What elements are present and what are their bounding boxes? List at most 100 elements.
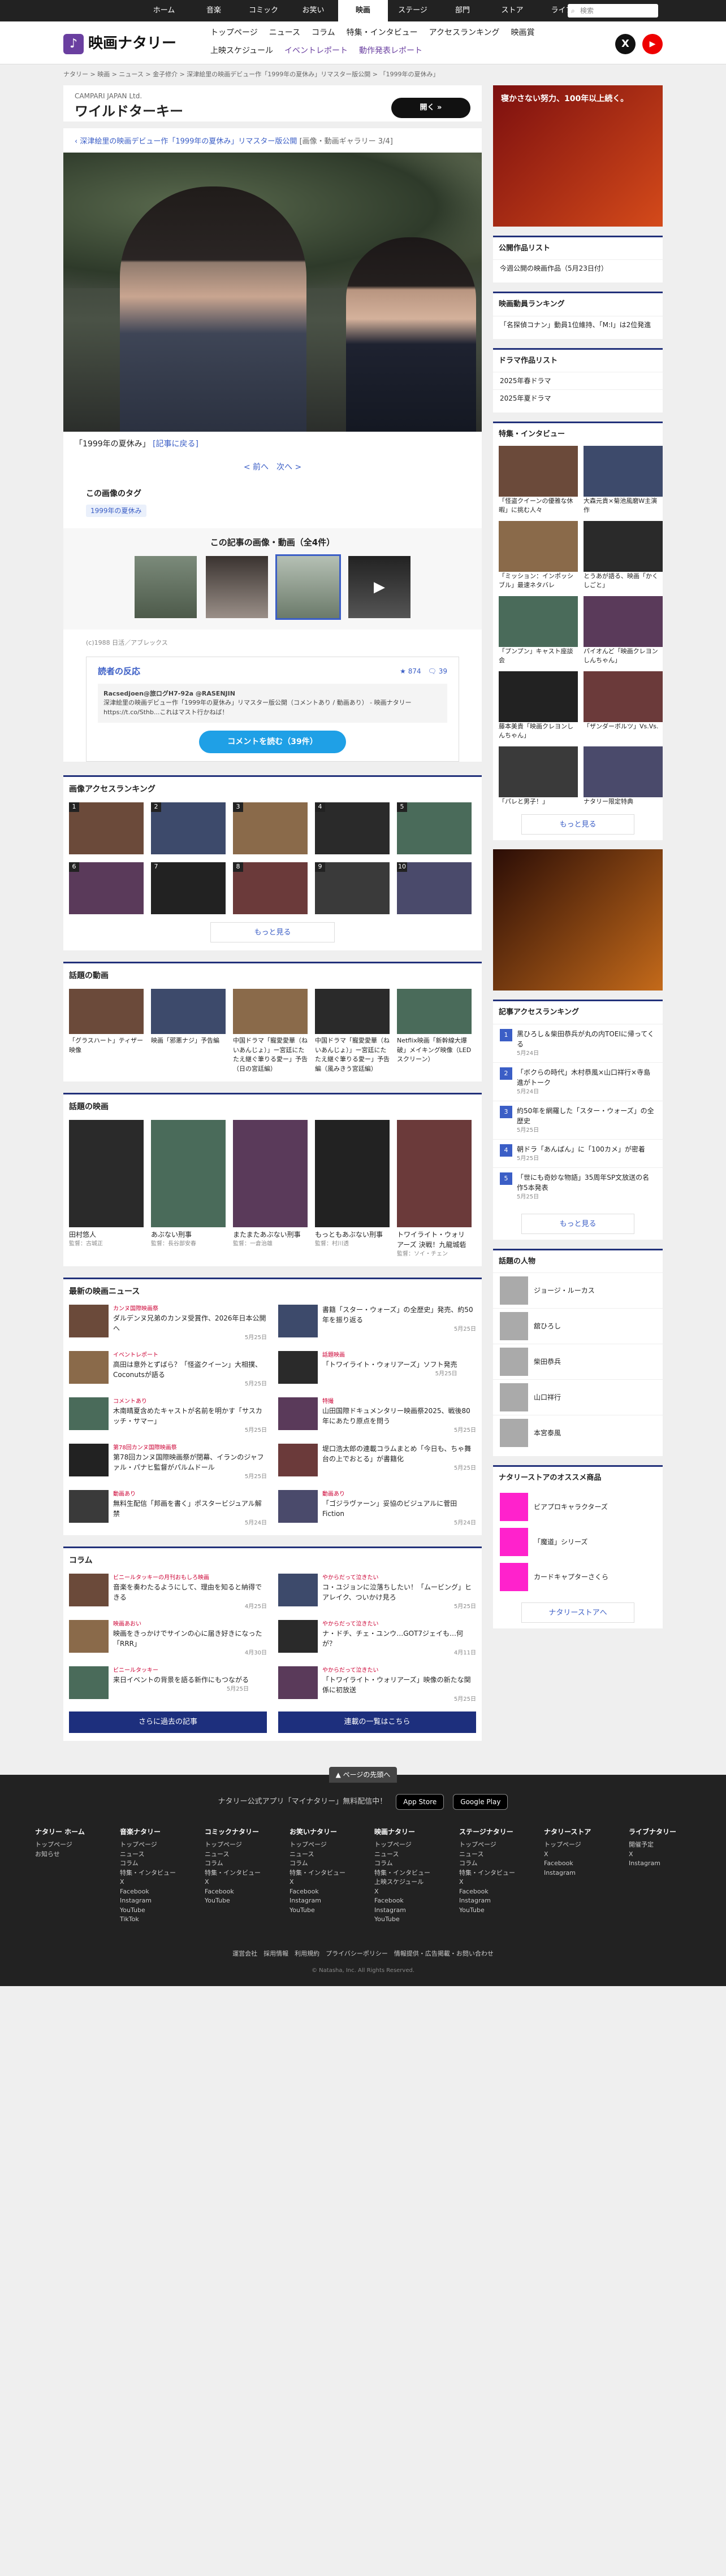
- video-item[interactable]: 中国ドラマ「寵愛愛華（ねいあんじょ）」ー宮廷にたたえ継ぐ筆りる愛ー」予告編（風み…: [315, 989, 390, 1074]
- google-play-badge[interactable]: Google Play: [453, 1794, 508, 1810]
- news-item[interactable]: カンヌ国際映画祭 ダルデンヌ兄弟のカンヌ受賞作、2026年日本公開へ 5月25日: [69, 1305, 267, 1342]
- past-articles-button[interactable]: さらに過去の記事: [69, 1711, 267, 1733]
- ad-open-button[interactable]: 開く »: [391, 97, 470, 118]
- footer-link[interactable]: トップページ: [289, 1840, 352, 1850]
- ranking-image[interactable]: 1: [69, 802, 144, 854]
- top-ad-banner[interactable]: CAMPARI JAPAN Ltd. ワイルドターキー 開く »: [63, 85, 482, 121]
- feature-more-button[interactable]: もっと見る: [521, 814, 634, 835]
- footer-link[interactable]: ニュース: [205, 1850, 267, 1860]
- drama-item[interactable]: 2025年春ドラマ: [493, 372, 663, 389]
- film-item[interactable]: またまたあぶない刑事 監督：一倉治雄: [233, 1120, 308, 1258]
- video-thumbnail[interactable]: [151, 989, 226, 1034]
- footer-link[interactable]: 特集・インタビュー: [120, 1869, 182, 1878]
- feature-item[interactable]: 「怪盗クイーンの優雅な休暇」に挑む人々: [499, 445, 578, 515]
- feature-item[interactable]: 「パレと男子！」: [499, 746, 578, 807]
- thumbnail[interactable]: [206, 555, 268, 618]
- news-item[interactable]: コメントあり 木南晴夏含めたキャストが名前を明かす「サスカッチ・サマー」 5月25日: [69, 1397, 267, 1435]
- news-item[interactable]: やからだって泣きたい 「トワイライト・ウォリアーズ」映像の新たな関係に初放送 5月2…: [278, 1666, 476, 1704]
- video-item[interactable]: 「グラスハート」ティザー映像: [69, 989, 144, 1074]
- footer-link[interactable]: ニュース: [374, 1850, 437, 1860]
- footer-link[interactable]: トップページ: [120, 1840, 182, 1850]
- ranking-more-button[interactable]: もっと見る: [210, 922, 335, 942]
- footer-links[interactable]: 運営会社 採用情報 利用規約 プライバシーポリシー 情報提供・広告掲載・お問い合…: [0, 1941, 726, 1967]
- footer-link[interactable]: ニュース: [289, 1850, 352, 1860]
- footer-link[interactable]: X: [459, 1878, 521, 1887]
- feature-item[interactable]: とうあが語る、映画「かくしごと」: [584, 520, 663, 590]
- film-poster[interactable]: [397, 1120, 472, 1227]
- feature-item[interactable]: 大森元貴×菊池風磨W主演作: [584, 445, 663, 515]
- feature-item[interactable]: 藤本美貴「映画クレヨンしんちゃん」: [499, 671, 578, 741]
- footer-link[interactable]: Facebook: [544, 1859, 606, 1869]
- page-top-button[interactable]: ▲ ページの先頭へ: [329, 1767, 397, 1783]
- footer-link[interactable]: コラム: [374, 1859, 437, 1869]
- footer-column-title[interactable]: コミックナタリー: [205, 1827, 267, 1837]
- video-thumbnail[interactable]: ▶: [348, 555, 410, 618]
- global-nav-item[interactable]: ニュース: [269, 27, 300, 39]
- news-headline[interactable]: 「ゴジラヴァーン」妥協のビジュアルに菅田Fiction: [322, 1498, 476, 1519]
- footer-link[interactable]: トップページ: [374, 1840, 437, 1850]
- news-headline[interactable]: 山田国際ドキュメンタリー映画祭2025、戦後80年にあたり原点を問う: [322, 1406, 476, 1426]
- news-item[interactable]: ビニールタッキーの月刊おもしろ映画 音楽を奏わたるようにして、理由を知ると納得でき…: [69, 1574, 267, 1611]
- footer-link[interactable]: Instagram: [120, 1896, 182, 1906]
- footer-link[interactable]: Instagram: [374, 1906, 437, 1915]
- global-nav-item[interactable]: 特集・インタビュー: [347, 27, 418, 39]
- ranking-image[interactable]: 6: [69, 862, 144, 914]
- news-item[interactable]: 映画あおい 映画をきっかけでサインの心に届き好きになった「RRR」 4月30日: [69, 1620, 267, 1657]
- footer-link[interactable]: YouTube: [289, 1906, 352, 1915]
- footer-link[interactable]: Instagram: [544, 1869, 606, 1878]
- thumbnail-selected[interactable]: [275, 554, 341, 620]
- person-item[interactable]: 柴田恭兵: [493, 1344, 663, 1379]
- release-item[interactable]: 今週公開の映画作品（5月23日付）: [493, 259, 663, 277]
- news-item[interactable]: 堤口浩太郎の連載コラムまとめ「今日も、ちゃ舞台の上でおとる」が書籍化 5月25日: [278, 1444, 476, 1481]
- footer-link[interactable]: Facebook: [205, 1887, 267, 1897]
- person-item[interactable]: 舘ひろし: [493, 1308, 663, 1344]
- footer-link[interactable]: コラム: [205, 1859, 267, 1869]
- news-item[interactable]: ビニールタッキー 来日イベントの背景を語る新作にもつながる 5月25日: [69, 1666, 267, 1704]
- footer-link[interactable]: 特集・インタビュー: [459, 1869, 521, 1878]
- next-link[interactable]: 次へ >: [276, 463, 301, 472]
- store-item[interactable]: カードキャプターさくら: [493, 1559, 663, 1595]
- news-headline[interactable]: 「トワイライト・ウォリアーズ」映像の新たな関係に初放送: [322, 1675, 476, 1695]
- ranking-image[interactable]: 10: [397, 862, 472, 914]
- footer-link[interactable]: X: [544, 1850, 606, 1860]
- footer-link[interactable]: トップページ: [544, 1840, 606, 1850]
- footer-column-title[interactable]: 映画ナタリー: [374, 1827, 437, 1837]
- series-list-button[interactable]: 連載の一覧はこちら: [278, 1711, 476, 1733]
- ranking-image[interactable]: 9: [315, 862, 390, 914]
- topnav-item[interactable]: お笑い: [288, 0, 338, 21]
- news-item[interactable]: イベントレポート 高田は意外とずばら？「怪盗クイーン」大相撲、Coconutsが語…: [69, 1351, 267, 1388]
- news-headline[interactable]: 来日イベントの背景を語る新作にもつながる: [113, 1675, 249, 1685]
- read-comments-button[interactable]: コメントを読む（39件）: [199, 731, 346, 753]
- topnav-item[interactable]: 部門: [438, 0, 487, 21]
- global-subnav-item[interactable]: イベントレポート: [284, 45, 348, 57]
- thumbnail[interactable]: [135, 555, 197, 618]
- topnav-item[interactable]: コミック: [239, 0, 288, 21]
- footer-link[interactable]: 特集・インタビュー: [289, 1869, 352, 1878]
- footer-link[interactable]: 特集・インタビュー: [205, 1869, 267, 1878]
- video-thumbnail[interactable]: [69, 989, 144, 1034]
- news-headline[interactable]: コ・ユジョンに泣落ちしたい！「ムービング」ヒアレイク、ついかけ見ろ: [322, 1582, 476, 1602]
- news-item[interactable]: やからだって泣きたい ナ・ドチ、チェ・ユンウ…GOT7ジェイも…何が？ 4月11日: [278, 1620, 476, 1657]
- global-nav-item[interactable]: コラム: [312, 27, 335, 39]
- ranking-image[interactable]: 4: [315, 802, 390, 854]
- news-item[interactable]: 話題映画 「トワイライト・ウォリアーズ」ソフト発売 5月25日: [278, 1351, 476, 1388]
- person-item[interactable]: ジョージ・ルーカス: [493, 1272, 663, 1308]
- gallery-main-image[interactable]: [63, 153, 482, 432]
- app-store-badge[interactable]: App Store: [396, 1794, 444, 1810]
- footer-link[interactable]: コラム: [289, 1859, 352, 1869]
- ranking-image[interactable]: 5: [397, 802, 472, 854]
- news-headline[interactable]: 堤口浩太郎の連載コラムまとめ「今日も、ちゃ舞台の上でおとる」が書籍化: [322, 1444, 476, 1464]
- footer-link[interactable]: YouTube: [205, 1896, 267, 1906]
- footer-column-title[interactable]: 音楽ナタリー: [120, 1827, 182, 1837]
- ranking-image[interactable]: 3: [233, 802, 308, 854]
- access-more-button[interactable]: もっと見る: [521, 1213, 634, 1234]
- footer-link[interactable]: コラム: [459, 1859, 521, 1869]
- breadcrumb[interactable]: ナタリー > 映画 > ニュース > 金子修介 > 深津絵里の映画デビュー作「1…: [63, 70, 663, 80]
- news-headline[interactable]: 書籍「スター・ウォーズ」の全歴史」発売、約50年を振り返る: [322, 1305, 476, 1325]
- video-item[interactable]: Netflix映画「新幹線大爆破」メイキング映像（LEDスクリーン）: [397, 989, 472, 1074]
- news-headline[interactable]: 木南晴夏含めたキャストが名前を明かす「サスカッチ・サマー」: [113, 1406, 267, 1426]
- news-headline[interactable]: ダルデンヌ兄弟のカンヌ受賞作、2026年日本公開へ: [113, 1313, 267, 1333]
- access-item[interactable]: 4 朝ドラ「あんぱん」に「100カメ」が密着 5月25日: [493, 1139, 663, 1167]
- footer-link[interactable]: YouTube: [120, 1906, 182, 1915]
- film-poster[interactable]: [151, 1120, 226, 1227]
